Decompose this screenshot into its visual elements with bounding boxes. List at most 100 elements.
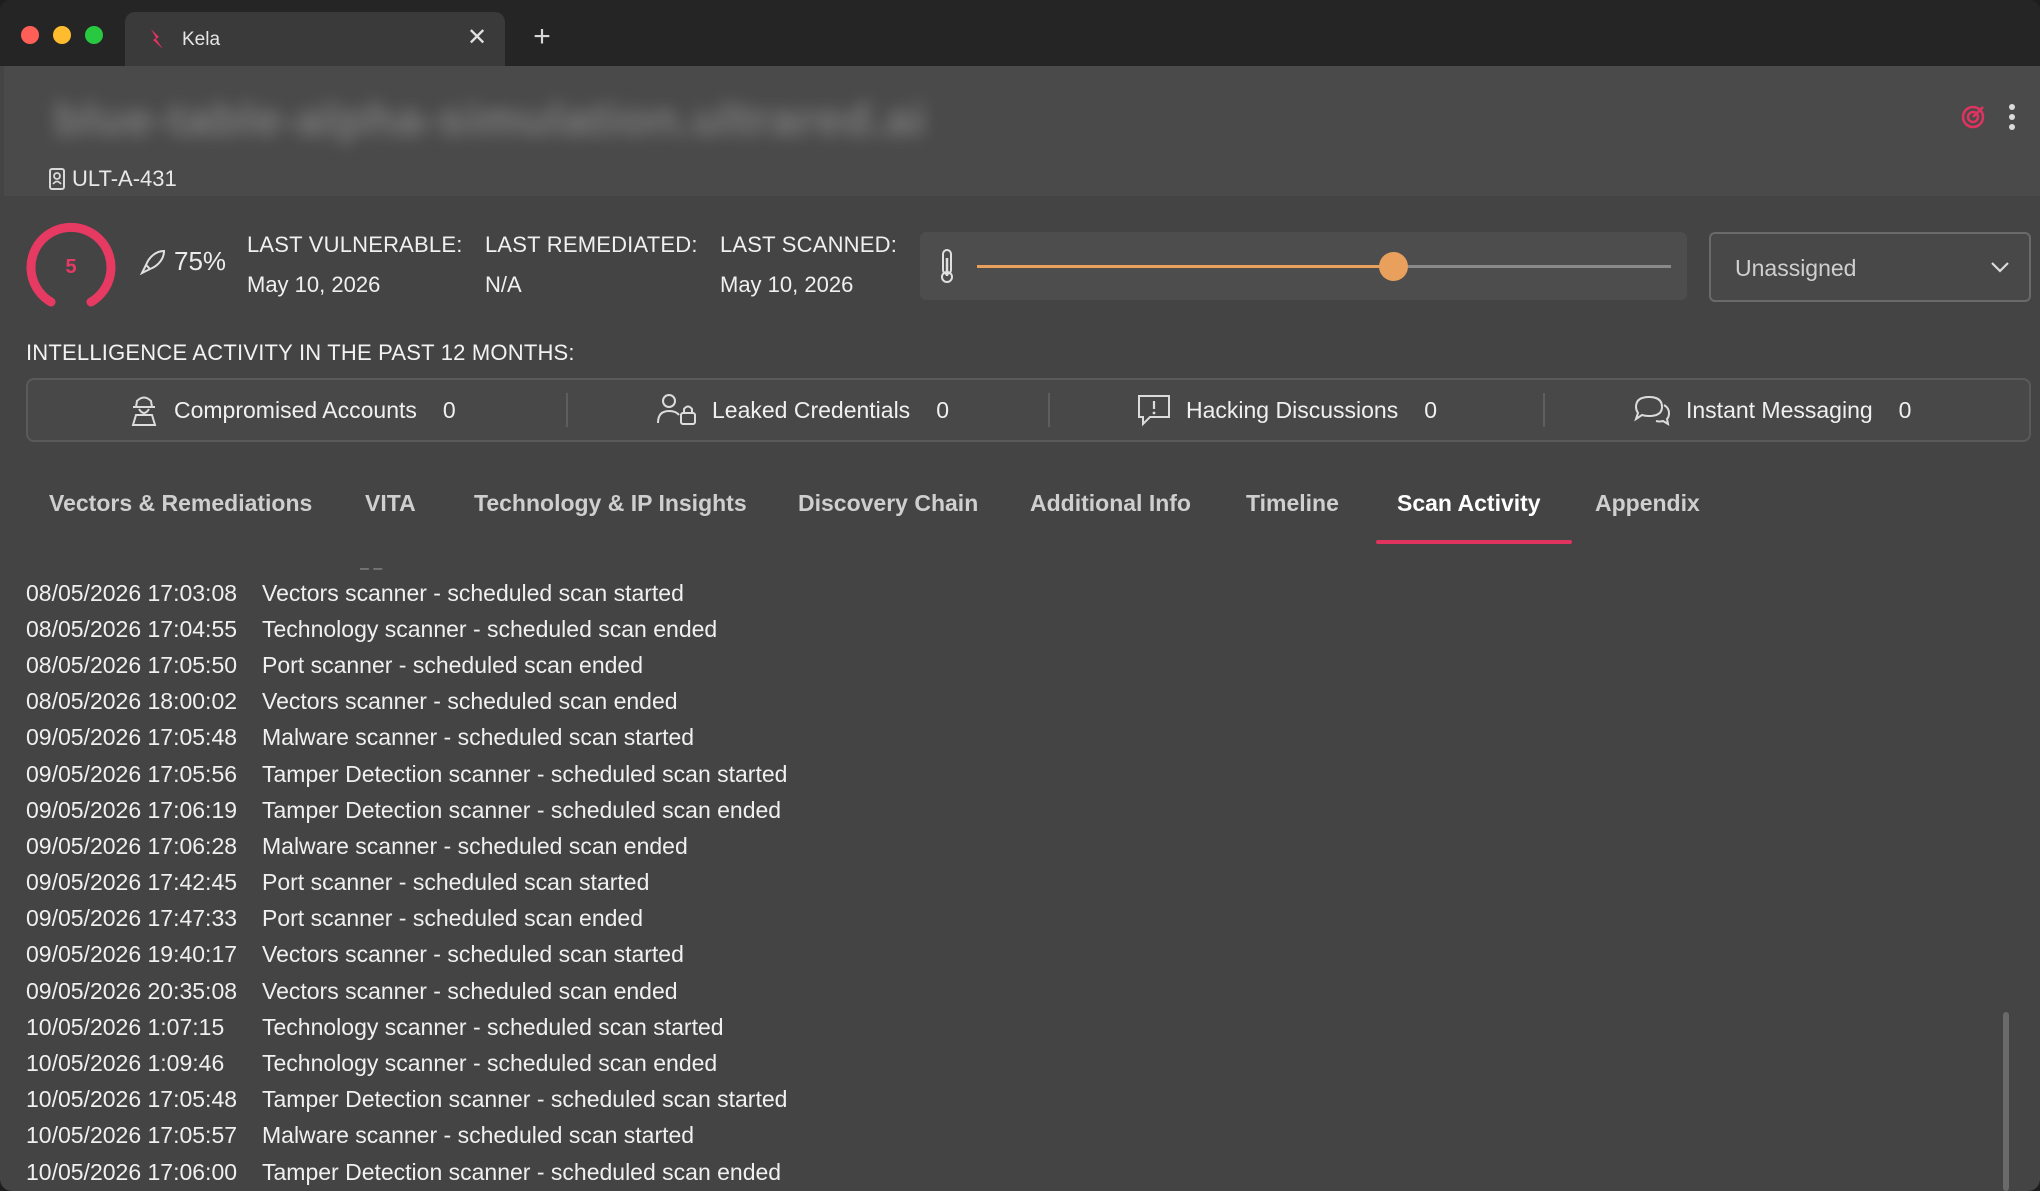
slider-track[interactable]: [977, 252, 1671, 281]
close-tab-icon[interactable]: ✕: [463, 24, 491, 52]
risk-score-value: 5: [65, 256, 77, 278]
log-timestamp: 10/05/2026 17:06:00: [26, 1158, 238, 1185]
intel-label: Instant Messaging: [1686, 396, 1873, 423]
confidence-indicator: 75%: [138, 246, 226, 277]
log-message: Malware scanner - scheduled scan ended: [262, 832, 688, 859]
intel-label: Compromised Accounts: [174, 396, 417, 423]
intel-count: 0: [1898, 396, 1912, 423]
log-timestamp: 09/05/2026 17:05:48: [26, 724, 238, 751]
intel-leaked-credentials[interactable]: Leaked Credentials 0: [656, 380, 949, 440]
intel-hacking-discussions[interactable]: Hacking Discussions 0: [1136, 380, 1437, 440]
log-message: Vectors scanner - scheduled scan ended: [262, 688, 678, 715]
intel-instant-messaging[interactable]: Instant Messaging 0: [1632, 380, 1911, 440]
log-message: Malware scanner - scheduled scan started: [262, 1122, 695, 1149]
tab-timeline[interactable]: Timeline: [1246, 480, 1339, 546]
log-timestamp: 09/05/2026 17:05:56: [26, 760, 238, 787]
log-timestamp: 09/05/2026 17:47:33: [26, 905, 238, 932]
log-row: 09/05/2026 19:40:17 Vectors scanner - sch…: [26, 937, 787, 973]
last-vulnerable: LAST VULNERABLE: May 10, 2026: [247, 232, 463, 298]
tab-discovery-chain[interactable]: Discovery Chain: [798, 480, 978, 546]
log-row: 08/05/2026 17:04:55 Technology scanner - …: [26, 611, 787, 647]
log-message: Vectors scanner - scheduled scan started: [262, 941, 684, 968]
intel-compromised-accounts[interactable]: Compromised Accounts 0: [128, 380, 456, 440]
log-message: Port scanner - scheduled scan ended: [262, 651, 644, 678]
active-tab-indicator: [1376, 540, 1572, 544]
chat-bubbles-icon: [1634, 395, 1671, 427]
log-row: 10/05/2026 1:07:15 Technology scanner - s…: [26, 1009, 787, 1045]
kela-logo-icon: [151, 29, 163, 49]
log-row: 09/05/2026 17:47:33 Port scanner - schedu…: [26, 901, 787, 937]
scan-activity-log: 08/05/2026 17:03:08 Vectors scanner - sch…: [26, 575, 787, 1190]
tab-vita[interactable]: VITA: [365, 480, 416, 546]
last-remediated-value: N/A: [485, 272, 522, 297]
intel-label: Leaked Credentials: [712, 396, 911, 423]
intelligence-bar: Compromised Accounts 0 Leaked Credential…: [26, 378, 2031, 442]
chevron-down-icon: [1991, 262, 2009, 273]
intel-count: 0: [1424, 396, 1437, 423]
assignee-select[interactable]: Unassigned: [1709, 232, 2031, 302]
log-row: 09/05/2026 17:06:28 Malware scanner - sch…: [26, 828, 787, 864]
log-row: 09/05/2026 17:42:45 Port scanner - schedu…: [26, 865, 787, 901]
asset-title-blurred: blue-table-alpha-simulation.ultrared.ai: [54, 93, 927, 145]
log-timestamp: 09/05/2026 17:06:19: [26, 796, 238, 823]
tab-appendix[interactable]: Appendix: [1595, 480, 1700, 546]
tab-additional-info[interactable]: Additional Info: [1030, 480, 1191, 546]
log-message: Port scanner - scheduled scan started: [262, 869, 650, 896]
log-timestamp: 09/05/2026 17:42:45: [26, 869, 238, 896]
badge-icon: [49, 168, 65, 190]
log-timestamp: 10/05/2026 1:09:46: [26, 1050, 225, 1077]
log-row: 09/05/2026 17:05:56 Tamper Detection scan…: [26, 756, 787, 792]
slider-fill: [977, 265, 1394, 268]
app-window: Kela ✕ + blue-table-alpha-simulation.ult…: [0, 0, 2040, 1191]
slider-handle[interactable]: [1379, 252, 1409, 281]
last-scanned-value: May 10, 2026: [720, 272, 854, 297]
log-message: Vectors scanner - scheduled scan started: [262, 579, 684, 606]
log-message: Vectors scanner - scheduled scan ended: [262, 977, 678, 1004]
log-message: Malware scanner - scheduled scan started: [262, 724, 695, 751]
log-row: 10/05/2026 17:05:57 Malware scanner - sch…: [26, 1118, 787, 1154]
log-timestamp: 10/05/2026 1:07:15: [26, 1013, 225, 1040]
log-message: Tamper Detection scanner - scheduled sca…: [262, 1158, 782, 1185]
more-options-icon[interactable]: [2008, 104, 2016, 130]
thermometer-icon: [941, 249, 953, 283]
log-timestamp: 10/05/2026 17:05:48: [26, 1086, 238, 1113]
log-timestamp: 08/05/2026 17:04:55: [26, 615, 238, 642]
log-message: Tamper Detection scanner - scheduled sca…: [262, 760, 788, 787]
log-row: 10/05/2026 17:05:48 Tamper Detection scan…: [26, 1082, 787, 1118]
log-timestamp: 10/05/2026 17:05:57: [26, 1122, 238, 1149]
intel-label: Hacking Discussions: [1186, 396, 1399, 423]
log-timestamp: 09/05/2026 20:35:08: [26, 977, 238, 1004]
rocket-icon: [139, 249, 166, 275]
log-message: Technology scanner - scheduled scan ende…: [262, 615, 718, 642]
browser-titlebar: Kela ✕ +: [0, 0, 2040, 66]
new-tab-button[interactable]: +: [526, 22, 558, 54]
radar-icon[interactable]: [1960, 104, 1986, 130]
log-row: 08/05/2026 17:05:50 Port scanner - schedu…: [26, 647, 787, 683]
log-row: 08/05/2026 17:03:08 Vectors scanner - sch…: [26, 575, 787, 611]
risk-score-gauge: 5: [26, 222, 116, 312]
hacker-icon: [131, 396, 157, 426]
minimize-window-button[interactable]: [53, 26, 71, 44]
maximize-window-button[interactable]: [85, 26, 103, 44]
log-row: 08/05/2026 18:00:02 Vectors scanner - sch…: [26, 684, 787, 720]
last-remediated: LAST REMEDIATED: N/A: [485, 232, 698, 298]
close-window-button[interactable]: [21, 26, 39, 44]
browser-tab[interactable]: Kela ✕: [125, 12, 505, 66]
scrollbar[interactable]: [2003, 1012, 2009, 1191]
intel-count: 0: [936, 396, 949, 423]
log-row: 09/05/2026 20:35:08 Vectors scanner - sch…: [26, 973, 787, 1009]
intel-count: 0: [442, 396, 456, 423]
last-scanned-label: LAST SCANNED:: [720, 232, 898, 257]
alert-message-icon: [1138, 395, 1170, 427]
log-timestamp: 09/05/2026 19:40:17: [26, 941, 238, 968]
tab-scan-activity[interactable]: Scan Activity: [1397, 480, 1541, 546]
last-remediated-label: LAST REMEDIATED:: [485, 232, 698, 257]
tab-technology-ip-insights[interactable]: Technology & IP Insights: [474, 480, 747, 546]
log-message: Port scanner - scheduled scan ended: [262, 905, 644, 932]
confidence-value: 75%: [174, 246, 227, 276]
log-timestamp: 09/05/2026 17:06:28: [26, 832, 238, 859]
log-timestamp: 08/05/2026 18:00:02: [26, 688, 238, 715]
log-row: 09/05/2026 17:05:48 Malware scanner - sch…: [26, 720, 787, 756]
tab-vectors-remediations[interactable]: Vectors & Remediations: [49, 480, 312, 546]
log-row: 10/05/2026 1:09:46 Technology scanner - s…: [26, 1045, 787, 1081]
